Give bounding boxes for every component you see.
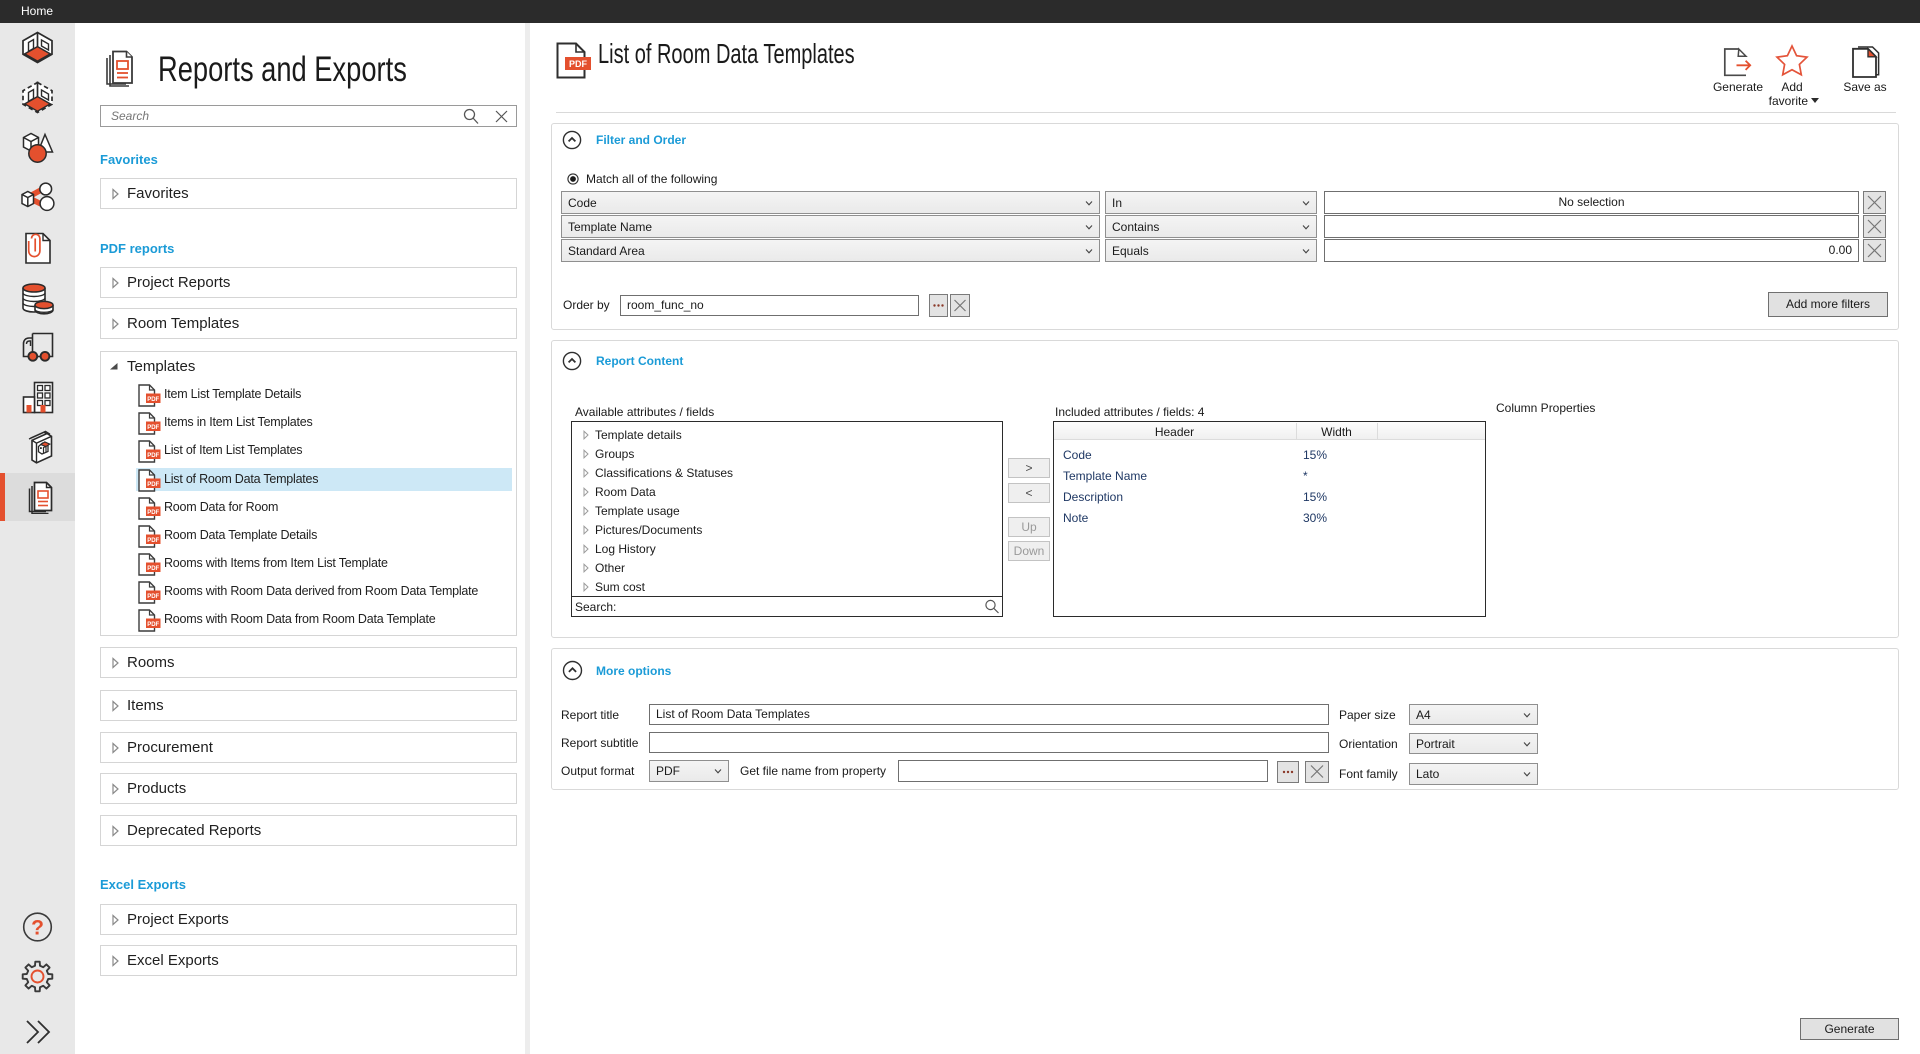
svg-text:PDF: PDF xyxy=(147,538,159,544)
svg-text:PDF: PDF xyxy=(147,425,159,431)
svg-text:PDF: PDF xyxy=(147,397,159,403)
svg-text:PDF: PDF xyxy=(147,566,159,572)
svg-text:PDF: PDF xyxy=(569,59,588,69)
svg-text:?: ? xyxy=(31,917,44,940)
svg-text:PDF: PDF xyxy=(147,481,159,487)
svg-text:PDF: PDF xyxy=(147,594,159,600)
svg-text:PDF: PDF xyxy=(147,453,159,459)
svg-text:PDF: PDF xyxy=(147,510,159,516)
svg-text:PDF: PDF xyxy=(147,622,159,628)
